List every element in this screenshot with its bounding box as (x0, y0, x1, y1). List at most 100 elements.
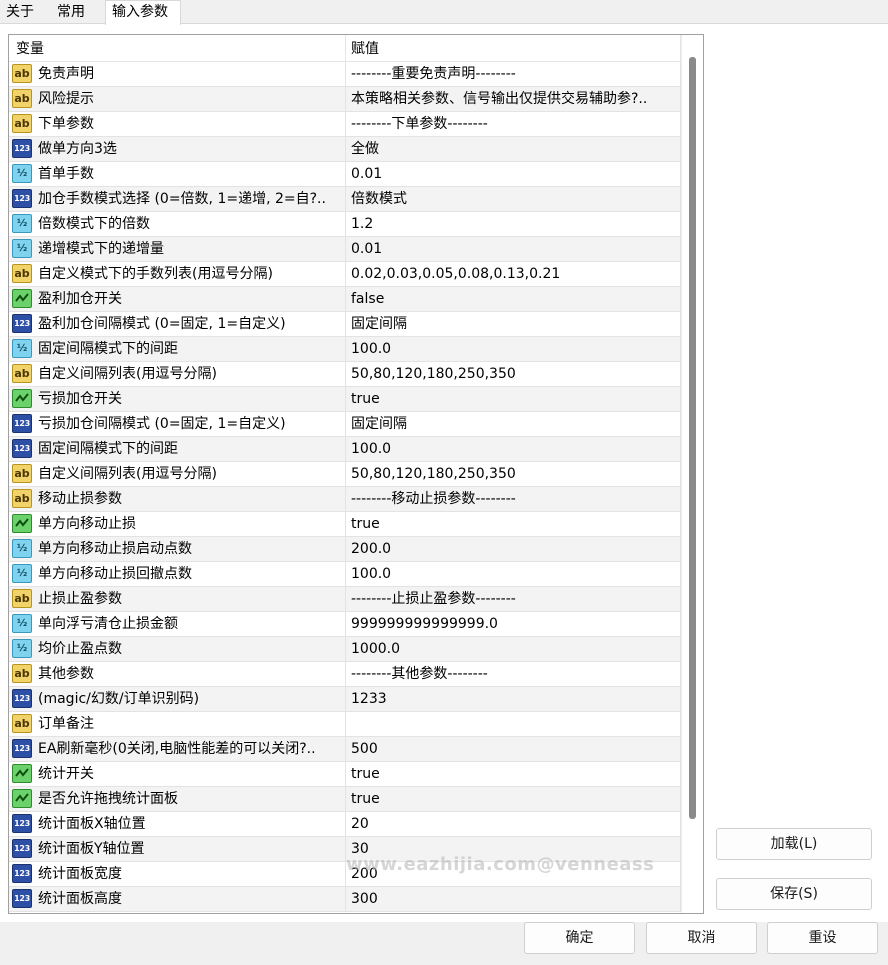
parameter-row[interactable]: 亏损加仓开关 true (9, 387, 681, 412)
parameter-name-cell: ab 下单参数 (9, 112, 346, 136)
parameter-value[interactable] (346, 712, 681, 736)
parameter-row[interactable]: ab 止损止盈参数 --------止损止盈参数-------- (9, 587, 681, 612)
parameter-row[interactable]: ½ 递增模式下的递增量 0.01 (9, 237, 681, 262)
parameter-value[interactable]: --------重要免责声明-------- (346, 62, 681, 86)
parameter-value[interactable]: --------止损止盈参数-------- (346, 587, 681, 611)
parameter-row[interactable]: 123 统计面板X轴位置 20 (9, 812, 681, 837)
integer-type-icon: 123 (12, 739, 32, 758)
parameter-row[interactable]: ab 其他参数 --------其他参数-------- (9, 662, 681, 687)
vertical-scrollbar[interactable] (681, 35, 703, 913)
parameter-value[interactable]: 50,80,120,180,250,350 (346, 462, 681, 486)
ok-button[interactable]: 确定 (524, 922, 635, 954)
parameter-value[interactable]: 倍数模式 (346, 187, 681, 211)
parameter-row[interactable]: ½ 固定间隔模式下的间距 100.0 (9, 337, 681, 362)
parameter-value[interactable]: true (346, 787, 681, 811)
parameter-row[interactable]: 123 EA刷新毫秒(0关闭,电脑性能差的可以关闭?.. 500 (9, 737, 681, 762)
parameter-value[interactable]: true (346, 387, 681, 411)
parameter-value[interactable]: --------其他参数-------- (346, 662, 681, 686)
integer-type-icon: 123 (12, 839, 32, 858)
parameter-row[interactable]: ½ 单方向移动止损启动点数 200.0 (9, 537, 681, 562)
column-header-value[interactable]: 赋值 (346, 35, 681, 61)
parameter-row[interactable]: 123 固定间隔模式下的间距 100.0 (9, 437, 681, 462)
parameter-value[interactable]: 1233 (346, 687, 681, 711)
parameter-value[interactable]: 0.01 (346, 237, 681, 261)
parameter-row[interactable]: 123 做单方向3选 全做 (9, 137, 681, 162)
parameter-row[interactable]: ab 移动止损参数 --------移动止损参数-------- (9, 487, 681, 512)
parameter-value[interactable]: 1000.0 (346, 637, 681, 661)
parameter-row[interactable]: ab 自定义模式下的手数列表(用逗号分隔) 0.02,0.03,0.05,0.08,… (9, 262, 681, 287)
save-button[interactable]: 保存(S) (716, 878, 872, 910)
tab-about[interactable]: 关于 (0, 2, 40, 24)
parameter-row[interactable]: ab 免责声明 --------重要免责声明-------- (9, 62, 681, 87)
parameter-value[interactable]: false (346, 287, 681, 311)
parameter-name-cell: 是否允许拖拽统计面板 (9, 787, 346, 811)
parameter-row[interactable]: ½ 首单手数 0.01 (9, 162, 681, 187)
parameter-row[interactable]: 统计开关 true (9, 762, 681, 787)
integer-type-icon: 123 (12, 314, 32, 333)
parameter-value[interactable]: 500 (346, 737, 681, 761)
parameter-value[interactable]: 30 (346, 837, 681, 861)
parameter-name-cell: 123 统计面板高度 (9, 887, 346, 911)
parameter-row[interactable]: 123 亏损加仓间隔模式 (0=固定, 1=自定义) 固定间隔 (9, 412, 681, 437)
boolean-type-icon (12, 389, 32, 408)
parameter-value[interactable]: 本策略相关参数、信号输出仅提供交易辅助参?.. (346, 87, 681, 111)
parameter-row[interactable]: ab 自定义间隔列表(用逗号分隔) 50,80,120,180,250,350 (9, 462, 681, 487)
parameter-row[interactable]: 单方向移动止损 true (9, 512, 681, 537)
parameter-name-cell: ab 止损止盈参数 (9, 587, 346, 611)
parameter-row[interactable]: ½ 倍数模式下的倍数 1.2 (9, 212, 681, 237)
parameter-name: 统计面板宽度 (38, 866, 122, 882)
parameter-row[interactable]: ½ 均价止盈点数 1000.0 (9, 637, 681, 662)
parameter-name-cell: 123 统计面板宽度 (9, 862, 346, 886)
column-header-variable[interactable]: 变量 (9, 35, 346, 61)
parameter-value[interactable]: 50,80,120,180,250,350 (346, 362, 681, 386)
tab-input-parameters[interactable]: 输入参数 (105, 0, 181, 25)
input-parameters-panel: 变量 赋值 ab 免责声明 --------重要免责声明-------- ab 风险提示… (0, 24, 888, 922)
parameter-value[interactable]: 全做 (346, 137, 681, 161)
parameter-name: 单方向移动止损回撤点数 (38, 566, 192, 582)
parameter-value[interactable]: 100.0 (346, 337, 681, 361)
reset-button[interactable]: 重设 (767, 922, 878, 954)
string-type-icon: ab (12, 589, 32, 608)
parameter-name-cell: ½ 首单手数 (9, 162, 346, 186)
parameter-row[interactable]: 123 统计面板Y轴位置 30 (9, 837, 681, 862)
scrollbar-thumb[interactable] (689, 57, 696, 819)
parameter-name-cell: 123 固定间隔模式下的间距 (9, 437, 346, 461)
parameter-row[interactable]: 是否允许拖拽统计面板 true (9, 787, 681, 812)
parameter-row[interactable]: ab 自定义间隔列表(用逗号分隔) 50,80,120,180,250,350 (9, 362, 681, 387)
parameter-value[interactable]: 100.0 (346, 437, 681, 461)
parameter-row[interactable]: ab 订单备注 (9, 712, 681, 737)
parameter-row[interactable]: ab 风险提示 本策略相关参数、信号输出仅提供交易辅助参?.. (9, 87, 681, 112)
parameter-row[interactable]: 123 (magic/幻数/订单识别码) 1233 (9, 687, 681, 712)
parameter-value[interactable]: 0.02,0.03,0.05,0.08,0.13,0.21 (346, 262, 681, 286)
tab-common[interactable]: 常用 (51, 2, 99, 24)
parameter-row[interactable]: 123 加仓手数模式选择 (0=倍数, 1=递增, 2=自?.. 倍数模式 (9, 187, 681, 212)
parameter-value[interactable]: 固定间隔 (346, 412, 681, 436)
string-type-icon: ab (12, 89, 32, 108)
parameter-row[interactable]: 123 统计面板宽度 200 (9, 862, 681, 887)
parameter-row[interactable]: ab 下单参数 --------下单参数-------- (9, 112, 681, 137)
parameter-value[interactable]: 200 (346, 862, 681, 886)
parameter-value[interactable]: 100.0 (346, 562, 681, 586)
parameter-value[interactable]: --------移动止损参数-------- (346, 487, 681, 511)
parameter-value[interactable]: 200.0 (346, 537, 681, 561)
parameter-value[interactable]: 20 (346, 812, 681, 836)
parameter-row[interactable]: 盈利加仓开关 false (9, 287, 681, 312)
parameter-row[interactable]: ½ 单向浮亏清仓止损金额 999999999999999.0 (9, 612, 681, 637)
parameter-value[interactable]: true (346, 762, 681, 786)
parameter-name-cell: 123 亏损加仓间隔模式 (0=固定, 1=自定义) (9, 412, 346, 436)
parameter-grid: 变量 赋值 ab 免责声明 --------重要免责声明-------- ab 风险提示… (8, 34, 704, 914)
parameter-row[interactable]: 123 统计面板高度 300 (9, 887, 681, 912)
load-button[interactable]: 加载(L) (716, 828, 872, 860)
parameter-value[interactable]: true (346, 512, 681, 536)
parameter-value[interactable]: 0.01 (346, 162, 681, 186)
parameter-value[interactable]: 1.2 (346, 212, 681, 236)
parameter-value[interactable]: 300 (346, 887, 681, 911)
parameter-name: 单方向移动止损 (38, 516, 136, 532)
cancel-button[interactable]: 取消 (646, 922, 757, 954)
double-type-icon: ½ (12, 164, 32, 183)
parameter-value[interactable]: 固定间隔 (346, 312, 681, 336)
parameter-value[interactable]: 999999999999999.0 (346, 612, 681, 636)
parameter-row[interactable]: 123 盈利加仓间隔模式 (0=固定, 1=自定义) 固定间隔 (9, 312, 681, 337)
parameter-row[interactable]: ½ 单方向移动止损回撤点数 100.0 (9, 562, 681, 587)
parameter-value[interactable]: --------下单参数-------- (346, 112, 681, 136)
